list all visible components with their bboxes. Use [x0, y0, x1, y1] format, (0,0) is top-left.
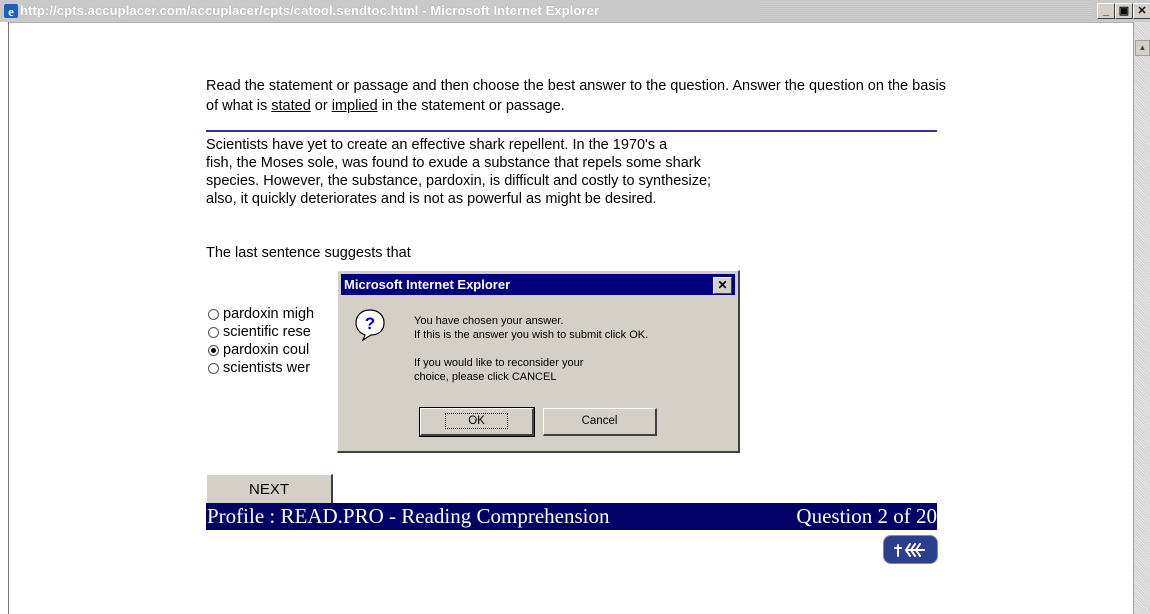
instructions-end: in the statement or passage.: [377, 98, 565, 114]
cancel-button[interactable]: Cancel: [543, 408, 657, 436]
ok-button[interactable]: OK: [419, 407, 535, 437]
titlebar-pattern: [760, 2, 1090, 20]
next-button[interactable]: NEXT: [206, 474, 333, 506]
dialog-line: You have chosen your answer.: [414, 315, 564, 327]
answer-option[interactable]: pardoxin coul: [208, 341, 314, 359]
answer-option[interactable]: scientific rese: [208, 323, 314, 341]
dialog-line: If you would like to reconsider your: [414, 357, 584, 369]
close-button[interactable]: ✕: [1133, 3, 1150, 19]
instructions: Read the statement or passage and then c…: [206, 76, 946, 116]
profile-bar: Profile : READ.PRO - Reading Comprehensi…: [206, 503, 937, 530]
dialog-line: choice, please click CANCEL: [414, 371, 557, 383]
implied-text: implied: [331, 98, 378, 114]
dialog-message: You have chosen your answer. If this is …: [414, 314, 734, 384]
radio-button[interactable]: [208, 326, 219, 338]
radio-button[interactable]: [208, 308, 219, 320]
answer-label: pardoxin migh: [223, 306, 315, 322]
dialog-line: If this is the answer you wish to submit…: [414, 329, 649, 341]
minimize-button[interactable]: _: [1097, 3, 1115, 19]
window-left-border: [0, 22, 9, 614]
radio-button[interactable]: [208, 362, 219, 374]
question-text: The last sentence suggests that: [206, 245, 411, 261]
window-title: http://cpts.accuplacer.com/accuplacer/cp…: [20, 3, 600, 18]
ok-label: OK: [445, 413, 508, 429]
ie-icon: e: [4, 4, 18, 19]
passage-line: Scientists have yet to create an effecti…: [206, 137, 668, 153]
answer-label: scientific rese: [223, 324, 311, 340]
divider: [206, 130, 937, 132]
dialog-titlebar: Microsoft Internet Explorer ✕: [341, 274, 735, 295]
scroll-up-arrow-icon[interactable]: ▲: [1135, 40, 1150, 56]
answer-options: pardoxin migh scientific rese pardoxin c…: [208, 305, 314, 377]
question-counter: Question 2 of 20: [796, 504, 937, 528]
passage-line: also, it quickly deteriorates and is not…: [206, 191, 657, 207]
confirm-dialog: Microsoft Internet Explorer ✕ ? You have…: [337, 270, 740, 453]
window-titlebar: e http://cpts.accuplacer.com/accuplacer/…: [0, 0, 1150, 23]
accuplacer-logo-icon: [883, 535, 938, 564]
passage-line: fish, the Moses sole, was found to exude…: [206, 155, 701, 171]
answer-option[interactable]: scientists wer: [208, 359, 314, 377]
question-icon: ?: [355, 309, 385, 342]
svg-text:?: ?: [365, 314, 375, 333]
radio-button-selected[interactable]: [208, 344, 219, 356]
svg-text:e: e: [8, 4, 14, 19]
answer-label: scientists wer: [223, 360, 311, 376]
answer-label: pardoxin coul: [223, 342, 310, 358]
instructions-or: or: [310, 98, 332, 114]
dialog-close-button[interactable]: ✕: [713, 277, 732, 294]
dialog-title: Microsoft Internet Explorer: [344, 277, 511, 292]
stated-text: stated: [271, 98, 311, 114]
profile-text: Profile : READ.PRO - Reading Comprehensi…: [207, 504, 610, 528]
maximize-button[interactable]: ▣: [1115, 3, 1133, 19]
vertical-scrollbar[interactable]: [1133, 22, 1150, 614]
passage-line: species. However, the substance, pardoxi…: [206, 173, 712, 189]
passage: Scientists have yet to create an effecti…: [206, 136, 946, 208]
answer-option[interactable]: pardoxin migh: [208, 305, 314, 323]
